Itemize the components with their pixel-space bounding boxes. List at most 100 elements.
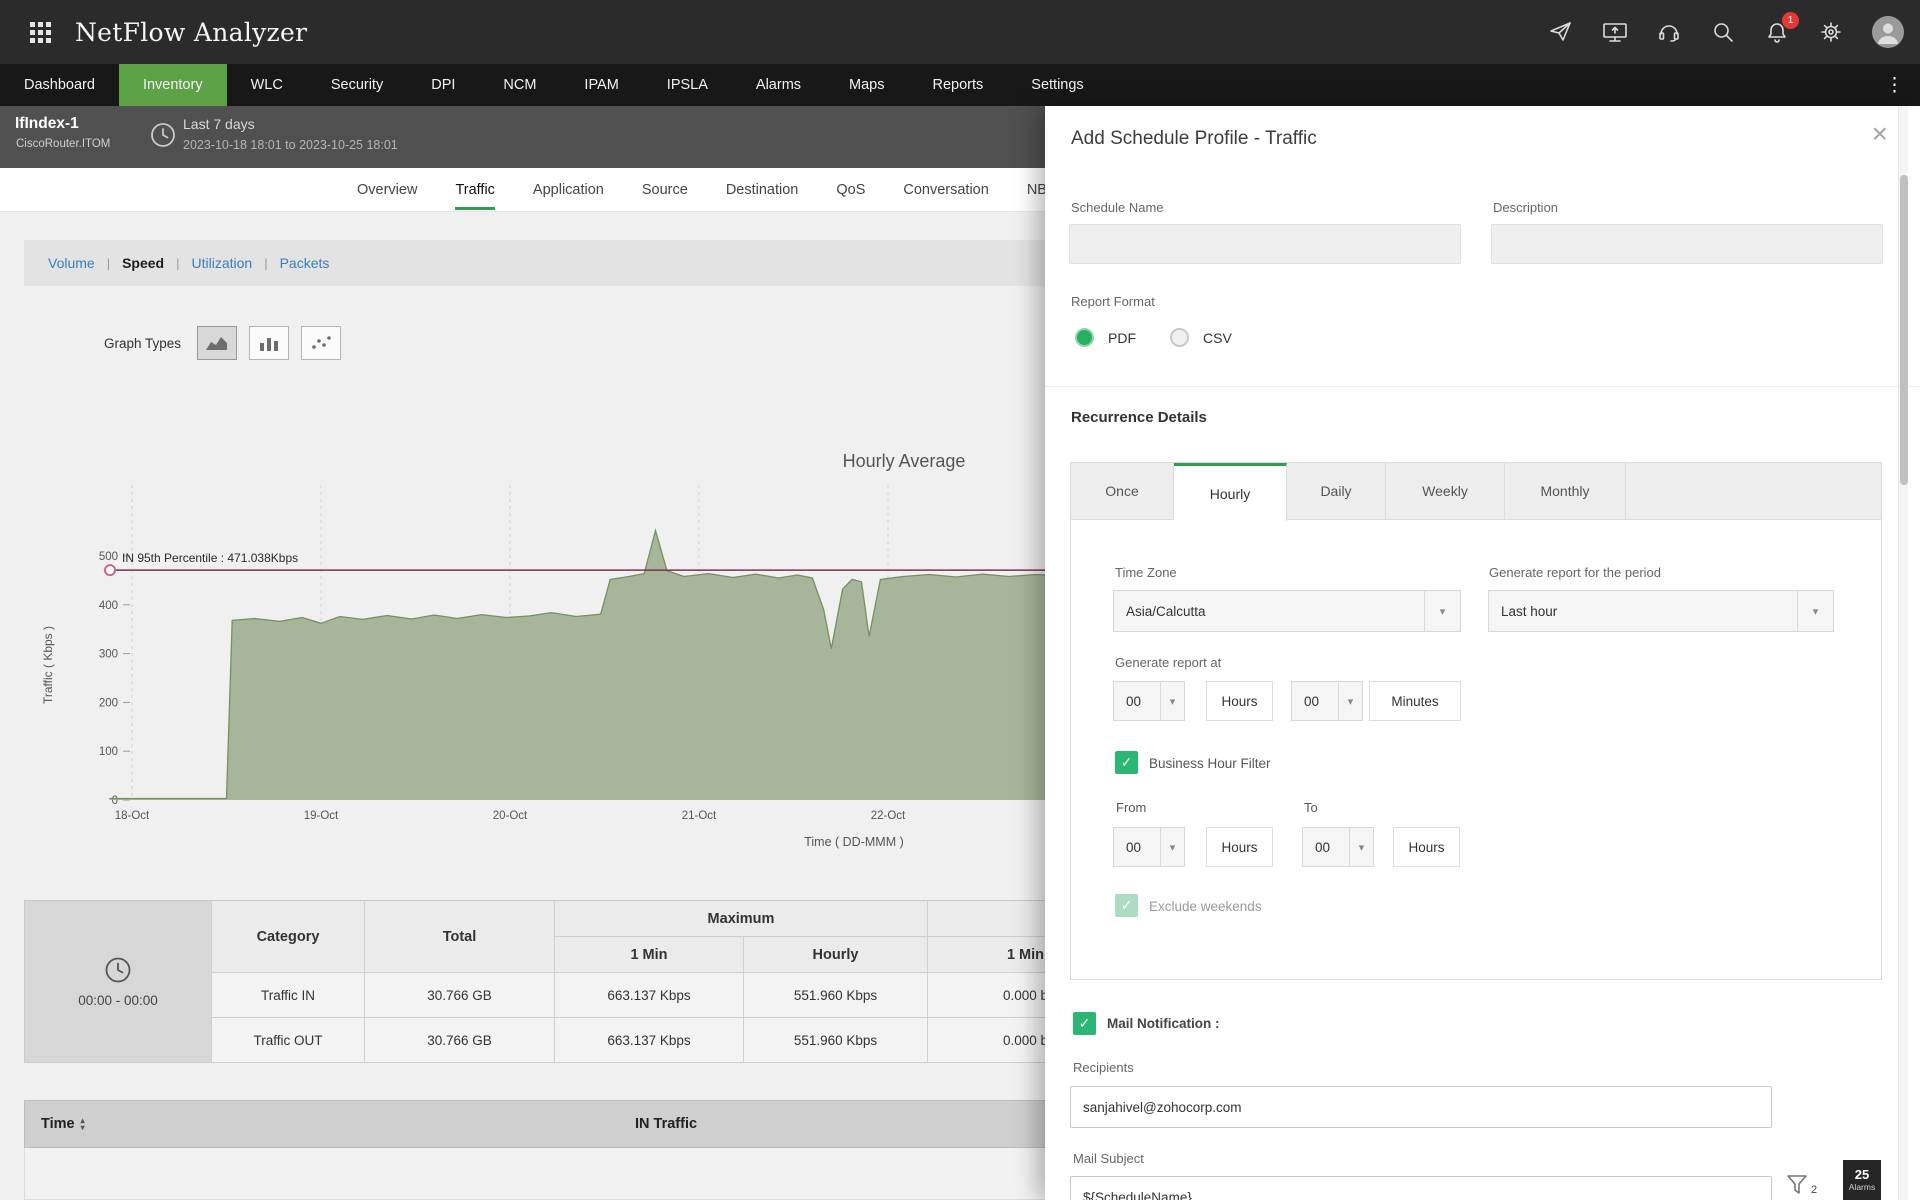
nav-item-settings[interactable]: Settings: [1007, 64, 1107, 106]
to-hours-select[interactable]: 00 ▾: [1302, 827, 1374, 867]
report-format-label: Report Format: [1071, 294, 1155, 309]
svg-text:0: 0: [112, 795, 118, 807]
nav-item-security[interactable]: Security: [307, 64, 407, 106]
clock-icon: [105, 957, 131, 982]
subtab-packets[interactable]: Packets: [280, 255, 330, 271]
table-row-cell: 551.960 Kbps: [744, 1018, 928, 1063]
close-icon[interactable]: ×: [1872, 120, 1888, 148]
screen-demo-icon[interactable]: [1602, 19, 1628, 45]
settings-gear-icon[interactable]: [1818, 19, 1844, 45]
nav-item-reports[interactable]: Reports: [909, 64, 1008, 106]
table-time-cell: 00:00 - 00:00: [25, 901, 212, 1063]
apps-grid-icon[interactable]: [30, 21, 51, 43]
nav-item-ipam[interactable]: IPAM: [560, 64, 642, 106]
mail-subject-label: Mail Subject: [1073, 1151, 1144, 1166]
period-dropdown[interactable]: Last hour ▾: [1488, 590, 1834, 632]
recurrence-tab-weekly[interactable]: Weekly: [1386, 463, 1505, 519]
support-headset-icon[interactable]: [1656, 19, 1682, 45]
timezone-label: Time Zone: [1115, 565, 1177, 580]
tab-application[interactable]: Application: [514, 168, 623, 211]
business-hour-filter-label: Business Hour Filter: [1149, 756, 1271, 771]
generate-minutes-select[interactable]: 00 ▾: [1291, 681, 1363, 721]
business-hour-filter-checkbox[interactable]: ✓: [1115, 751, 1138, 774]
pdf-radio[interactable]: [1075, 328, 1094, 347]
tab-source[interactable]: Source: [623, 168, 707, 211]
chevron-down-icon: ▾: [1424, 591, 1460, 631]
nav-item-inventory[interactable]: Inventory: [118, 64, 227, 106]
alarm-filter-widget[interactable]: 2: [1786, 1174, 1817, 1196]
recurrence-tab-hourly[interactable]: Hourly: [1174, 463, 1287, 521]
alarms-badge[interactable]: 25 Alarms: [1843, 1160, 1881, 1200]
nav-item-maps[interactable]: Maps: [825, 64, 908, 106]
svg-text:18-Oct: 18-Oct: [115, 810, 150, 822]
nav-item-wlc[interactable]: WLC: [227, 64, 307, 106]
mail-notification-checkbox[interactable]: ✓: [1073, 1012, 1096, 1035]
recurrence-tab-once[interactable]: Once: [1071, 463, 1174, 519]
svg-text:Traffic ( Kbps ): Traffic ( Kbps ): [41, 626, 55, 704]
search-icon[interactable]: [1710, 19, 1736, 45]
col-header-category: Category: [212, 901, 365, 973]
nav-overflow-menu-icon[interactable]: ⋮: [1869, 64, 1920, 106]
subtab-volume[interactable]: Volume: [48, 255, 95, 271]
col-header-max-1min: 1 Min: [555, 937, 744, 973]
tab-qos[interactable]: QoS: [817, 168, 884, 211]
schedule-name-input[interactable]: [1069, 224, 1461, 264]
svg-text:Hourly Average: Hourly Average: [843, 451, 966, 471]
chevron-down-icon: ▾: [1349, 828, 1373, 866]
subtab-utilization[interactable]: Utilization: [192, 255, 253, 271]
graph-type-bar-button[interactable]: [249, 326, 290, 360]
add-schedule-profile-panel: Add Schedule Profile - Traffic × Schedul…: [1045, 106, 1920, 1200]
timezone-dropdown[interactable]: Asia/Calcutta ▾: [1113, 590, 1461, 632]
nav-item-dashboard[interactable]: Dashboard: [0, 64, 119, 106]
recipients-input[interactable]: [1070, 1086, 1772, 1128]
from-hours-select[interactable]: 00 ▾: [1113, 827, 1185, 867]
exclude-weekends-checkbox[interactable]: ✓: [1115, 894, 1138, 917]
nav-item-ncm[interactable]: NCM: [479, 64, 560, 106]
nav-item-ipsla[interactable]: IPSLA: [643, 64, 732, 106]
tab-overview[interactable]: Overview: [338, 168, 436, 211]
hours-unit-label: Hours: [1206, 681, 1273, 721]
device-name: IfIndex-1: [15, 115, 79, 132]
scrollbar-thumb[interactable]: [1900, 175, 1908, 485]
generate-hours-select[interactable]: 00 ▾: [1113, 681, 1185, 721]
recurrence-tab-monthly[interactable]: Monthly: [1505, 463, 1626, 519]
mail-notification-label: Mail Notification :: [1107, 1016, 1220, 1031]
user-avatar[interactable]: [1872, 16, 1904, 48]
area-chart-icon: [206, 337, 228, 350]
table-row-cell: 663.137 Kbps: [555, 973, 744, 1018]
sort-icon: ▴ ▾: [80, 1116, 85, 1132]
clock-icon: [150, 122, 176, 153]
tab-conversation[interactable]: Conversation: [884, 168, 1007, 211]
panel-scrollbar: [1898, 106, 1908, 1200]
subtab-separator: |: [106, 255, 111, 271]
device-detail: CiscoRouter.ITOM: [16, 138, 111, 150]
svg-text:300: 300: [99, 649, 118, 661]
tab-traffic[interactable]: Traffic: [436, 168, 513, 211]
scatter-chart-icon: [312, 336, 331, 349]
to-label: To: [1304, 800, 1318, 815]
time-sort-header[interactable]: Time ▴ ▾: [41, 1116, 85, 1132]
traffic-summary-table: 00:00 - 00:00 Category Total Maximum 1 M…: [24, 900, 1124, 1063]
recurrence-tab-daily[interactable]: Daily: [1287, 463, 1386, 519]
chevron-down-icon: ▾: [1160, 682, 1184, 720]
nav-item-dpi[interactable]: DPI: [407, 64, 479, 106]
notifications-bell-icon[interactable]: 1: [1764, 12, 1799, 45]
svg-text:200: 200: [99, 697, 118, 709]
csv-radio[interactable]: [1170, 328, 1189, 347]
table-row-cell: Traffic IN: [212, 973, 365, 1018]
svg-text:21-Oct: 21-Oct: [682, 810, 717, 822]
report-format-options: PDF CSV: [1075, 328, 1252, 347]
description-input[interactable]: [1491, 224, 1883, 264]
graph-type-scatter-button[interactable]: [301, 326, 342, 360]
mail-subject-input[interactable]: [1070, 1176, 1772, 1200]
nav-item-alarms[interactable]: Alarms: [732, 64, 825, 106]
main-nav: Dashboard Inventory WLC Security DPI NCM…: [0, 64, 1920, 106]
bar-chart-icon: [260, 338, 279, 351]
svg-text:500: 500: [99, 551, 118, 563]
time-range-label[interactable]: Last 7 days: [183, 116, 255, 132]
subtab-speed[interactable]: Speed: [122, 255, 164, 271]
table-row-cell: Traffic OUT: [212, 1018, 365, 1063]
launch-paper-plane-icon[interactable]: [1548, 19, 1574, 45]
graph-type-area-button[interactable]: [197, 326, 238, 360]
tab-destination[interactable]: Destination: [707, 168, 818, 211]
